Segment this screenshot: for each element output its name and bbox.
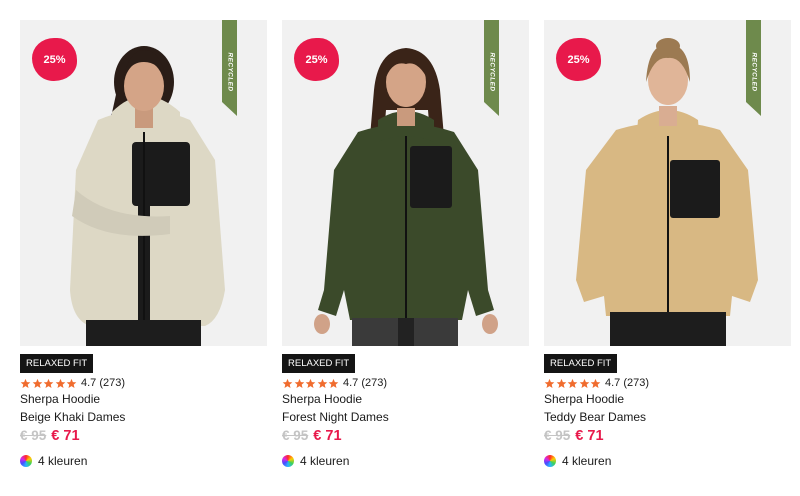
price: € 95 € 71	[544, 428, 604, 444]
color-wheel-icon	[20, 455, 32, 467]
price: € 95 € 71	[282, 428, 342, 444]
rating-value: 4.7 (273)	[343, 377, 388, 389]
color-options[interactable]: 4 kleuren	[544, 454, 611, 468]
star-icon	[32, 378, 42, 388]
sale-price: € 71	[51, 428, 80, 444]
recycled-ribbon: RECYCLED	[746, 20, 761, 116]
star-icon	[305, 378, 316, 388]
star-icon	[544, 378, 555, 388]
star-icon	[66, 378, 77, 388]
ribbon-label: RECYCLED	[226, 52, 233, 92]
discount-badge: 25%	[32, 38, 77, 81]
ribbon-label: RECYCLED	[488, 52, 495, 92]
product-image[interactable]: 25% RECYCLED	[282, 20, 529, 346]
fit-badge: RELAXED FIT	[282, 354, 356, 373]
color-count: 4 kleuren	[300, 454, 350, 468]
rating-value: 4.7 (273)	[81, 377, 126, 389]
rating-value: 4.7 (273)	[605, 377, 650, 389]
color-options[interactable]: 4 kleuren	[20, 454, 87, 468]
star-icon	[328, 378, 339, 388]
recycled-ribbon: RECYCLED	[222, 20, 237, 116]
product-variant[interactable]: Beige Khaki Dames	[20, 410, 125, 425]
fit-badge: RELAXED FIT	[20, 354, 94, 373]
product-card[interactable]: 25% RECYCLED RELAXED FIT 4.7 (273) Sherp…	[20, 20, 267, 490]
star-icon	[579, 378, 589, 388]
star-icon	[43, 378, 54, 388]
product-name[interactable]: Sherpa Hoodie	[544, 392, 624, 407]
star-icon	[556, 378, 566, 388]
star-icon	[590, 378, 601, 388]
product-name[interactable]: Sherpa Hoodie	[282, 392, 362, 407]
star-rating-icon	[282, 378, 339, 389]
product-variant[interactable]: Forest Night Dames	[282, 410, 389, 425]
old-price: € 95	[282, 428, 309, 443]
discount-badge: 25%	[556, 38, 601, 81]
star-rating-icon	[20, 378, 77, 389]
product-card[interactable]: 25% RECYCLED RELAXED FIT 4.7 (273) Sherp…	[544, 20, 791, 490]
sale-price: € 71	[313, 428, 342, 444]
color-options[interactable]: 4 kleuren	[282, 454, 349, 468]
star-icon	[294, 378, 304, 388]
color-count: 4 kleuren	[38, 454, 88, 468]
product-image[interactable]: 25% RECYCLED	[20, 20, 267, 346]
star-icon	[55, 378, 65, 388]
product-card[interactable]: 25% RECYCLED RELAXED FIT 4.7 (273) Sherp…	[282, 20, 529, 490]
old-price: € 95	[544, 428, 571, 443]
ribbon-label: RECYCLED	[750, 52, 757, 92]
discount-badge: 25%	[294, 38, 339, 81]
rating: 4.7 (273)	[282, 375, 387, 391]
recycled-ribbon: RECYCLED	[484, 20, 499, 116]
product-variant[interactable]: Teddy Bear Dames	[544, 410, 646, 425]
sale-price: € 71	[575, 428, 604, 444]
star-icon	[317, 378, 327, 388]
star-icon	[282, 378, 293, 388]
fit-badge: RELAXED FIT	[544, 354, 618, 373]
price: € 95 € 71	[20, 428, 80, 444]
color-wheel-icon	[544, 455, 556, 467]
star-icon	[567, 378, 578, 388]
rating: 4.7 (273)	[20, 375, 125, 391]
rating: 4.7 (273)	[544, 375, 649, 391]
star-rating-icon	[544, 378, 601, 389]
star-icon	[20, 378, 31, 388]
product-name[interactable]: Sherpa Hoodie	[20, 392, 100, 407]
color-count: 4 kleuren	[562, 454, 612, 468]
product-image[interactable]: 25% RECYCLED	[544, 20, 791, 346]
color-wheel-icon	[282, 455, 294, 467]
old-price: € 95	[20, 428, 47, 443]
